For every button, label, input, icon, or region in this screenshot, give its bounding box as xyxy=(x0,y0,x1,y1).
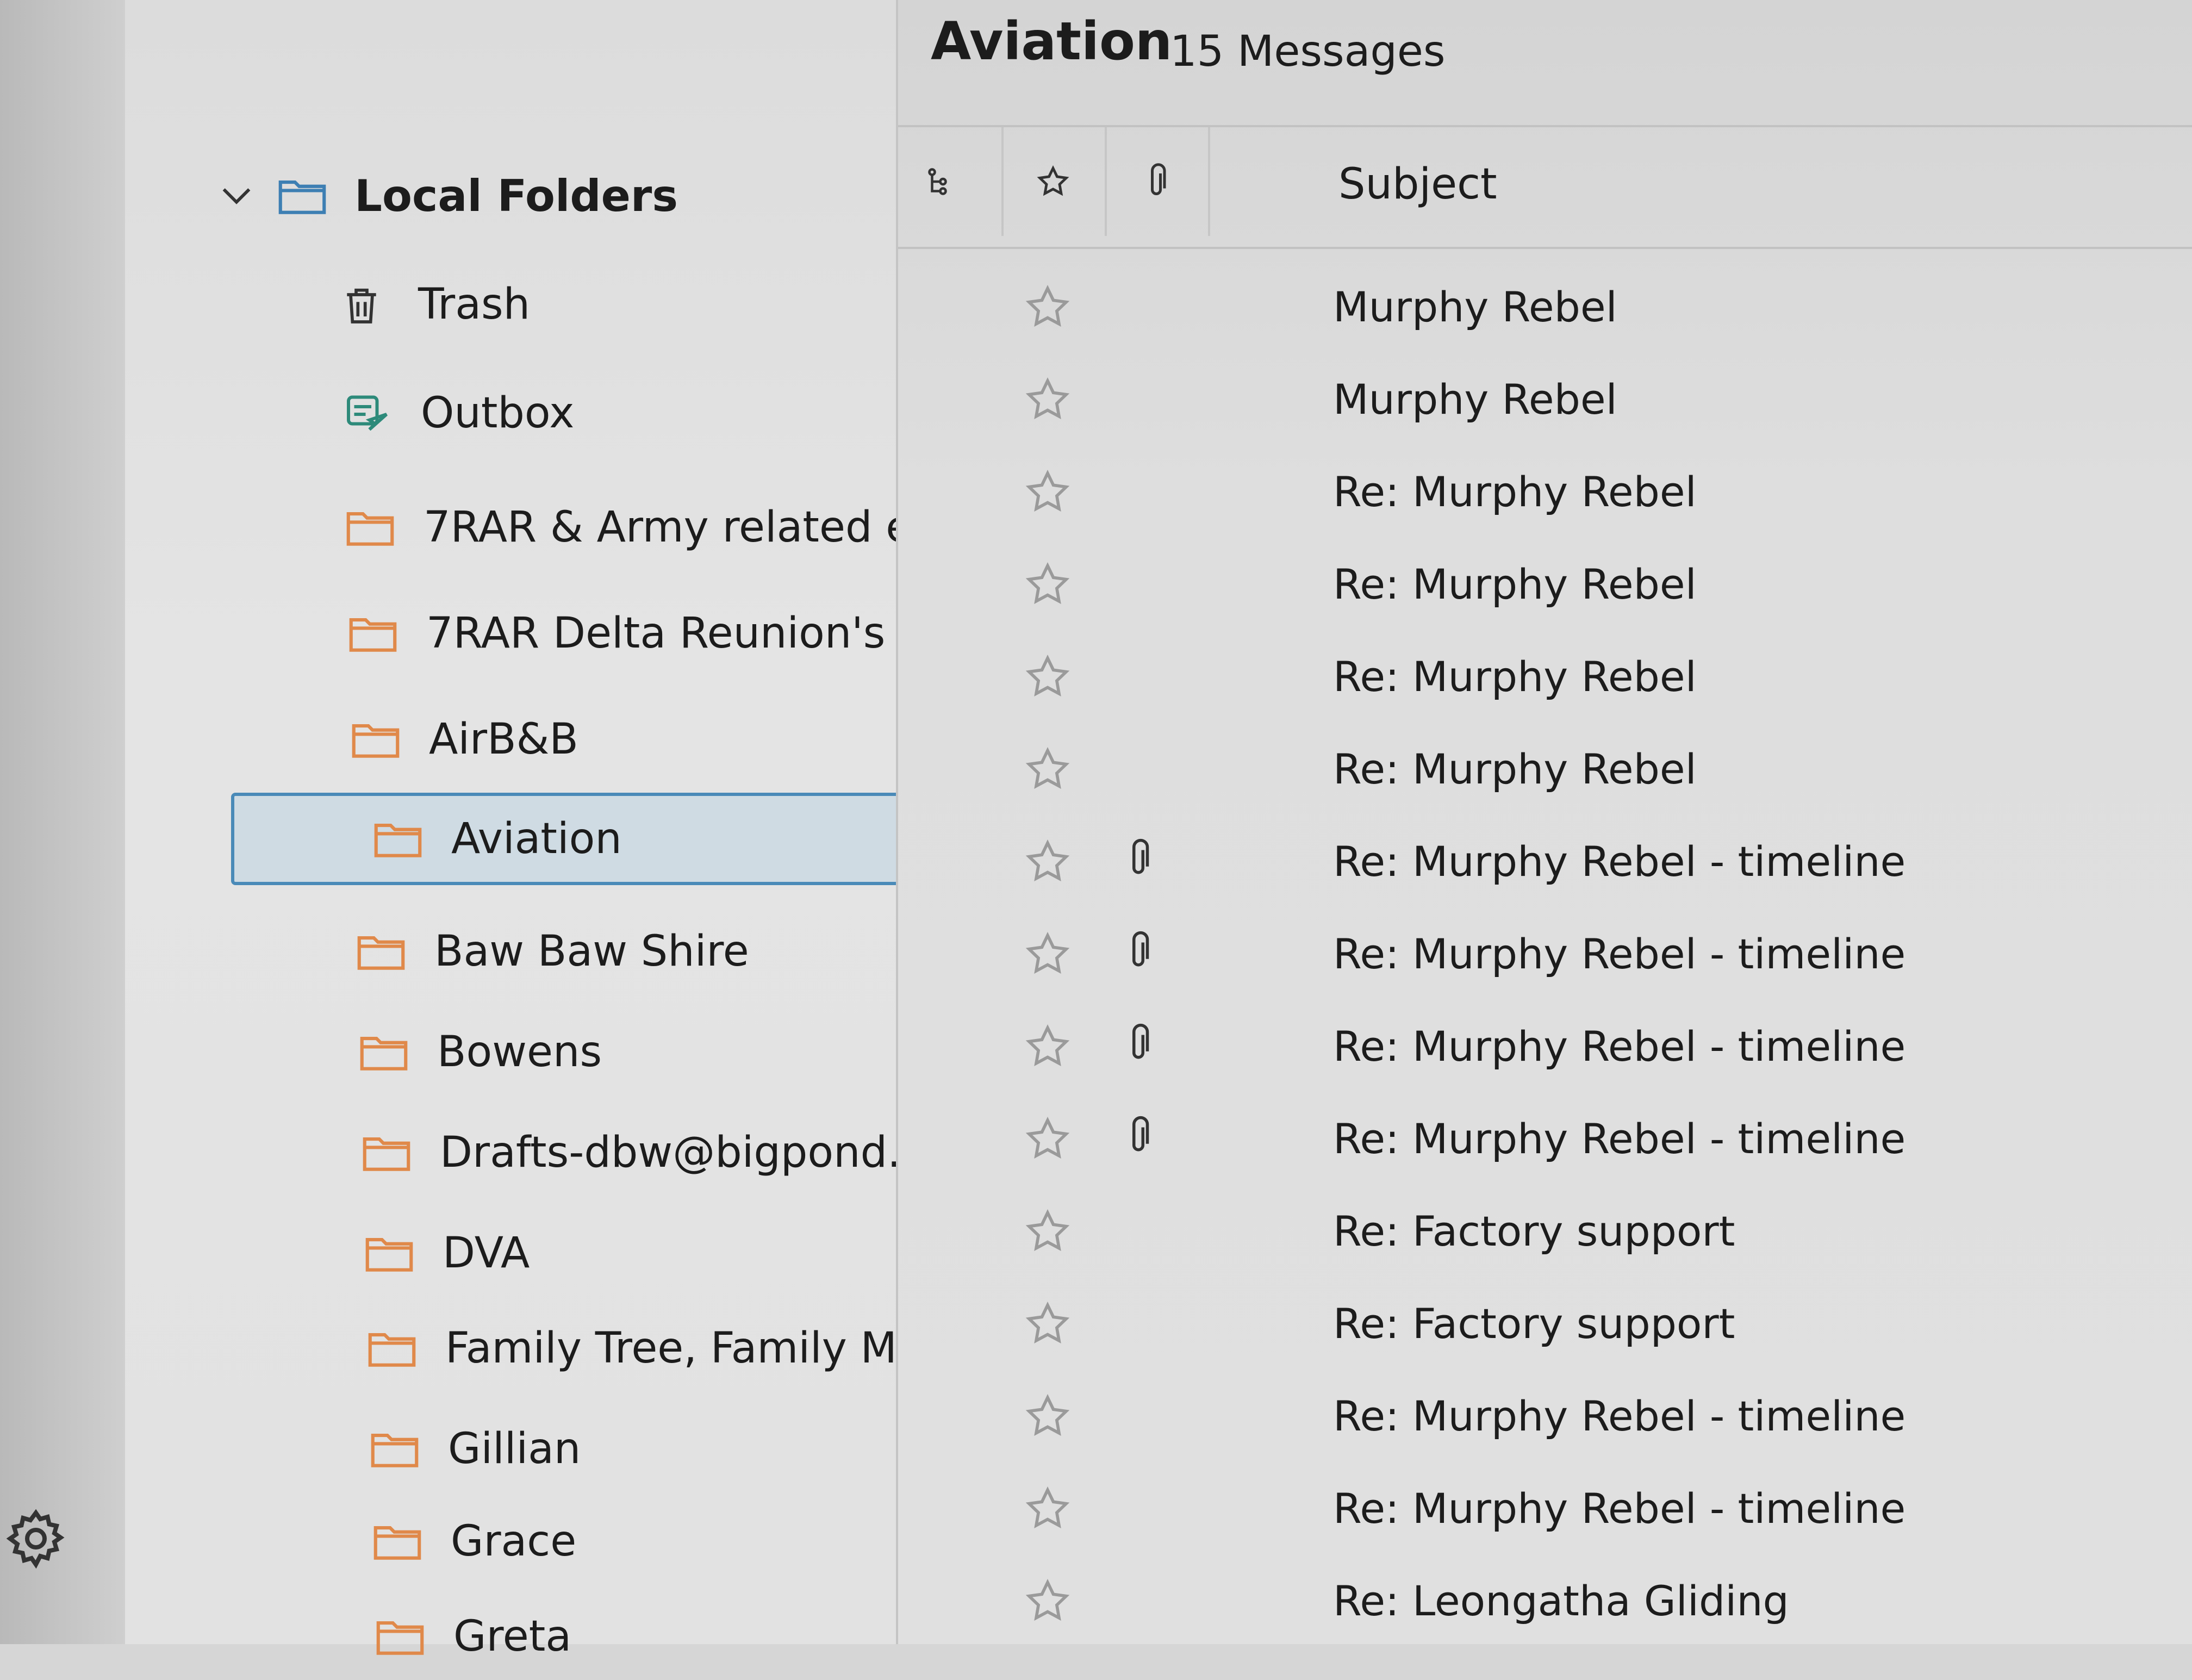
message-row[interactable]: Re: Factory support xyxy=(898,1278,2192,1370)
message-subject: Re: Murphy Rebel - timeline xyxy=(1333,1115,1906,1163)
star-icon xyxy=(1036,164,1070,199)
message-subject: Re: Murphy Rebel - timeline xyxy=(1333,1392,1906,1440)
star-icon[interactable] xyxy=(1023,1392,1072,1441)
thread-icon xyxy=(923,165,955,198)
folder-icon xyxy=(372,1520,422,1563)
message-row[interactable]: Re: Murphy Rebel xyxy=(898,723,2192,816)
message-subject: Re: Murphy Rebel - timeline xyxy=(1333,1484,1906,1533)
star-icon[interactable] xyxy=(1023,745,1072,794)
star-icon[interactable] xyxy=(1023,1022,1072,1071)
star-column-header[interactable] xyxy=(1001,127,1105,236)
folder-item-aviation[interactable]: Aviation xyxy=(231,793,992,885)
folder-icon xyxy=(370,1427,420,1471)
folder-label: Family Tree, Family Misc xyxy=(445,1324,955,1373)
message-subject: Murphy Rebel xyxy=(1333,375,1617,424)
star-icon[interactable] xyxy=(1023,1299,1072,1348)
message-subject: Re: Murphy Rebel - timeline xyxy=(1333,930,1906,978)
star-icon[interactable] xyxy=(1023,1484,1072,1533)
message-row[interactable]: Re: Murphy Rebel - timeline xyxy=(898,1370,2192,1463)
message-row[interactable]: Re: Murphy Rebel - timeline xyxy=(898,816,2192,908)
folder-icon xyxy=(277,174,327,217)
message-row[interactable]: Re: Murphy Rebel xyxy=(898,631,2192,723)
trash-icon xyxy=(340,283,390,326)
star-icon[interactable] xyxy=(1023,652,1072,701)
message-row[interactable]: Murphy Rebel xyxy=(898,353,2192,446)
folder-icon xyxy=(367,1327,417,1370)
message-row[interactable]: Re: Factory support xyxy=(898,1185,2192,1278)
subject-column-header[interactable]: Subject xyxy=(1338,160,1497,209)
folder-label: Trash xyxy=(418,280,531,329)
message-subject: Re: Leongatha Gliding xyxy=(1333,1577,1789,1625)
local-folders-root[interactable]: Local Folders xyxy=(217,158,924,234)
message-subject: Re: Factory support xyxy=(1333,1207,1735,1255)
column-separator[interactable] xyxy=(1208,127,1210,236)
folder-label: Baw Baw Shire xyxy=(434,927,749,976)
folder-icon xyxy=(359,1030,409,1074)
folder-label: Greta xyxy=(453,1612,572,1661)
message-subject: Re: Murphy Rebel xyxy=(1333,468,1697,516)
column-header: Subject xyxy=(898,125,2192,249)
folder-label: 7RAR Delta Reunion's xyxy=(426,609,886,658)
message-row[interactable]: Murphy Rebel xyxy=(898,261,2192,353)
folder-label: Grace xyxy=(451,1517,577,1566)
paperclip-icon xyxy=(1126,1115,1159,1163)
folder-icon xyxy=(356,930,406,973)
folder-label: AirB&B xyxy=(429,715,578,764)
star-icon[interactable] xyxy=(1023,375,1072,424)
star-icon[interactable] xyxy=(1023,1577,1072,1626)
star-icon[interactable] xyxy=(1023,930,1072,979)
star-icon[interactable] xyxy=(1023,560,1072,609)
folder-icon xyxy=(375,1615,425,1658)
spaces-toolbar xyxy=(0,0,125,1644)
message-row[interactable]: Re: Murphy Rebel - timeline xyxy=(898,1093,2192,1185)
message-subject: Re: Murphy Rebel xyxy=(1333,652,1697,701)
thread-column-header[interactable] xyxy=(898,127,980,236)
attachment-column-header[interactable] xyxy=(1105,127,1208,236)
message-subject: Murphy Rebel xyxy=(1333,283,1617,331)
message-subject: Re: Murphy Rebel xyxy=(1333,745,1697,793)
star-icon[interactable] xyxy=(1023,468,1072,517)
message-row[interactable]: Re: Leongatha Gliding xyxy=(898,1555,2192,1647)
paperclip-icon xyxy=(1126,1022,1159,1071)
message-list-pane: Aviation 15 Messages Subject Murphy Rebe… xyxy=(898,0,2192,1644)
paperclip-icon xyxy=(1145,163,1167,201)
message-row[interactable]: Re: Murphy Rebel - timeline xyxy=(898,908,2192,1000)
folder-label: DVA xyxy=(443,1229,530,1278)
star-icon[interactable] xyxy=(1023,837,1072,886)
folder-label: Aviation xyxy=(451,814,622,863)
folder-label: Outbox xyxy=(421,389,575,438)
folder-title: Aviation xyxy=(931,11,1173,72)
folder-item-trash[interactable]: Trash xyxy=(340,261,992,348)
star-icon[interactable] xyxy=(1023,1207,1072,1256)
chevron-down-icon[interactable] xyxy=(217,177,256,215)
paperclip-icon xyxy=(1126,837,1159,886)
star-icon[interactable] xyxy=(1023,1115,1072,1163)
message-row[interactable]: Re: Murphy Rebel xyxy=(898,446,2192,538)
message-row[interactable]: Re: Murphy Rebel - timeline xyxy=(898,1463,2192,1555)
outbox-icon xyxy=(342,391,393,435)
message-subject: Re: Murphy Rebel - timeline xyxy=(1333,1022,1906,1071)
folder-icon xyxy=(362,1131,412,1174)
message-subject: Re: Murphy Rebel xyxy=(1333,560,1697,608)
folder-icon xyxy=(351,718,401,761)
folder-icon xyxy=(364,1231,414,1275)
local-folders-label: Local Folders xyxy=(354,170,678,221)
message-subject: Re: Factory support xyxy=(1333,1299,1735,1348)
paperclip-icon xyxy=(1126,930,1159,979)
folder-icon xyxy=(345,506,395,549)
folder-icon xyxy=(373,817,423,861)
message-row[interactable]: Re: Murphy Rebel xyxy=(898,538,2192,631)
folder-icon xyxy=(348,612,398,655)
message-subject: Re: Murphy Rebel - timeline xyxy=(1333,837,1906,886)
folder-label: Gillian xyxy=(448,1424,581,1473)
folder-pane: ••• Local Folders TrashOutbox7RAR & Army… xyxy=(125,0,1025,1661)
message-row[interactable]: Re: Murphy Rebel - timeline xyxy=(898,1000,2192,1093)
star-icon[interactable] xyxy=(1023,283,1072,332)
settings-gear-icon[interactable] xyxy=(3,1506,74,1577)
folder-label: Bowens xyxy=(437,1028,602,1077)
message-count: 15 Messages xyxy=(1170,27,1446,76)
